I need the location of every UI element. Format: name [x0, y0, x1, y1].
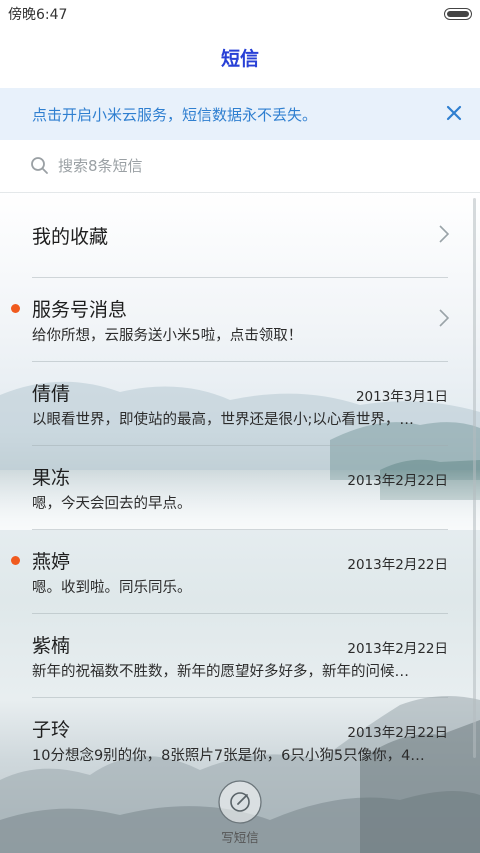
- banner-text[interactable]: 点击开启小米云服务，短信数据永不丢失。: [32, 104, 317, 125]
- conversation-name: 燕婷: [32, 551, 71, 573]
- conversation-name: 我的收藏: [32, 226, 109, 248]
- conversation-preview: 以眼看世界，即使站的最高，世界还是很小;以心看世界，…: [32, 412, 414, 428]
- battery-icon: [444, 8, 472, 20]
- close-icon[interactable]: [442, 101, 466, 125]
- compose-icon: [218, 780, 262, 824]
- conversation-item[interactable]: 燕婷 2013年2月22日 嗯。收到啦。同乐同乐。: [0, 530, 480, 614]
- conversation-name: 服务号消息: [32, 299, 128, 321]
- conversation-favorites[interactable]: 我的收藏: [0, 194, 480, 278]
- conversation-date: 2013年2月22日: [347, 725, 448, 741]
- page-title: 短信: [220, 48, 259, 70]
- unread-dot: [11, 556, 20, 565]
- conversation-name: 果冻: [32, 467, 71, 489]
- unread-dot: [11, 304, 20, 313]
- conversation-service-messages[interactable]: 服务号消息 给你所想，云服务送小米5啦，点击领取！: [0, 278, 480, 362]
- conversation-preview: 10分想念9别的你，8张照片7张是你，6只小狗5只像你，4…: [32, 748, 425, 764]
- search-input[interactable]: 搜索8条短信: [58, 155, 143, 176]
- search-icon: [30, 156, 50, 180]
- conversation-date: 2013年3月1日: [355, 389, 448, 405]
- conversation-name: 倩倩: [32, 383, 71, 405]
- compose-label[interactable]: 写短信: [0, 827, 480, 846]
- cloud-service-banner[interactable]: 点击开启小米云服务，短信数据永不丢失。: [0, 88, 480, 140]
- conversation-item[interactable]: 子玲 2013年2月22日 10分想念9别的你，8张照片7张是你，6只小狗5只像…: [0, 698, 480, 782]
- conversation-item[interactable]: 果冻 2013年2月22日 嗯，今天会回去的早点。: [0, 446, 480, 530]
- search-bar[interactable]: 搜索8条短信: [0, 140, 480, 193]
- compose-button[interactable]: [217, 779, 263, 825]
- conversation-list: 我的收藏 服务号消息 给你所想，云服务送小米5啦，点击领取！ 倩倩 2013年3…: [0, 194, 480, 782]
- conversation-name: 紫楠: [32, 635, 71, 657]
- conversation-date: 2013年2月22日: [347, 473, 448, 489]
- chevron-right-icon: [438, 308, 450, 332]
- conversation-name: 子玲: [32, 719, 71, 741]
- conversation-date: 2013年2月22日: [347, 641, 448, 657]
- status-time: 傍晚6:47: [8, 7, 68, 23]
- conversation-preview: 新年的祝福数不胜数，新年的愿望好多好多，新年的问候…: [32, 664, 409, 680]
- conversation-item[interactable]: 紫楠 2013年2月22日 新年的祝福数不胜数，新年的愿望好多好多，新年的问候…: [0, 614, 480, 698]
- status-bar: 傍晚6:47: [0, 0, 480, 26]
- conversation-preview: 嗯，今天会回去的早点。: [32, 496, 192, 512]
- conversation-preview: 嗯。收到啦。同乐同乐。: [32, 580, 192, 596]
- title-bar: 短信: [0, 26, 480, 88]
- conversation-preview: 给你所想，云服务送小米5啦，点击领取！: [32, 328, 303, 344]
- chevron-right-icon: [438, 224, 450, 248]
- conversation-date: 2013年2月22日: [347, 557, 448, 573]
- conversation-item[interactable]: 倩倩 2013年3月1日 以眼看世界，即使站的最高，世界还是很小;以心看世界，…: [0, 362, 480, 446]
